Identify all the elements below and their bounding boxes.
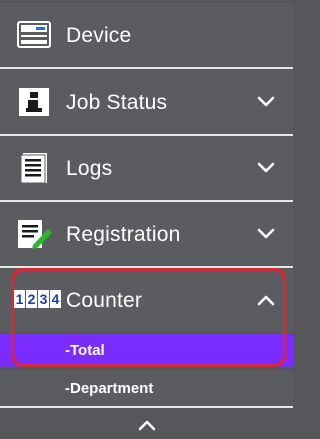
chevron-down-icon[interactable] bbox=[257, 227, 275, 241]
menu-item-registration[interactable]: Registration bbox=[0, 202, 293, 268]
counter-digit: 1 bbox=[14, 290, 25, 308]
chevron-up-icon[interactable] bbox=[257, 293, 275, 307]
info-icon bbox=[14, 84, 54, 120]
menu-item-label: Job Status bbox=[66, 91, 168, 114]
collapse-menu-button[interactable] bbox=[0, 410, 293, 439]
menu-item-label: Registration bbox=[66, 223, 181, 246]
submenu-item-total[interactable]: -Total bbox=[0, 334, 293, 367]
menu-item-label: Device bbox=[66, 24, 132, 47]
document-icon bbox=[14, 150, 54, 186]
registration-icon bbox=[14, 216, 54, 252]
submenu-item-label: -Department bbox=[65, 379, 154, 397]
counter-icon: 1 2 3 4 bbox=[14, 290, 61, 310]
menu-item-logs[interactable]: Logs bbox=[0, 136, 293, 202]
counter-digit: 3 bbox=[38, 290, 49, 308]
chevron-down-icon[interactable] bbox=[257, 161, 275, 175]
submenu-item-department[interactable]: -Department bbox=[0, 370, 293, 408]
side-navigation: Device Job Status Logs Registration 1 2 … bbox=[0, 0, 293, 439]
menu-item-device[interactable]: Device bbox=[0, 3, 293, 69]
menu-item-label: Logs bbox=[66, 157, 113, 180]
menu-item-counter[interactable]: 1 2 3 4 Counter bbox=[0, 268, 293, 332]
menu-item-job-status[interactable]: Job Status bbox=[0, 70, 293, 136]
counter-digit: 2 bbox=[26, 290, 37, 308]
printer-icon bbox=[14, 17, 54, 53]
chevron-up-icon bbox=[138, 420, 155, 430]
chevron-down-icon[interactable] bbox=[257, 95, 275, 109]
menu-item-label: Counter bbox=[66, 289, 143, 312]
counter-digit: 4 bbox=[50, 290, 61, 308]
submenu-item-label: -Total bbox=[65, 342, 105, 359]
